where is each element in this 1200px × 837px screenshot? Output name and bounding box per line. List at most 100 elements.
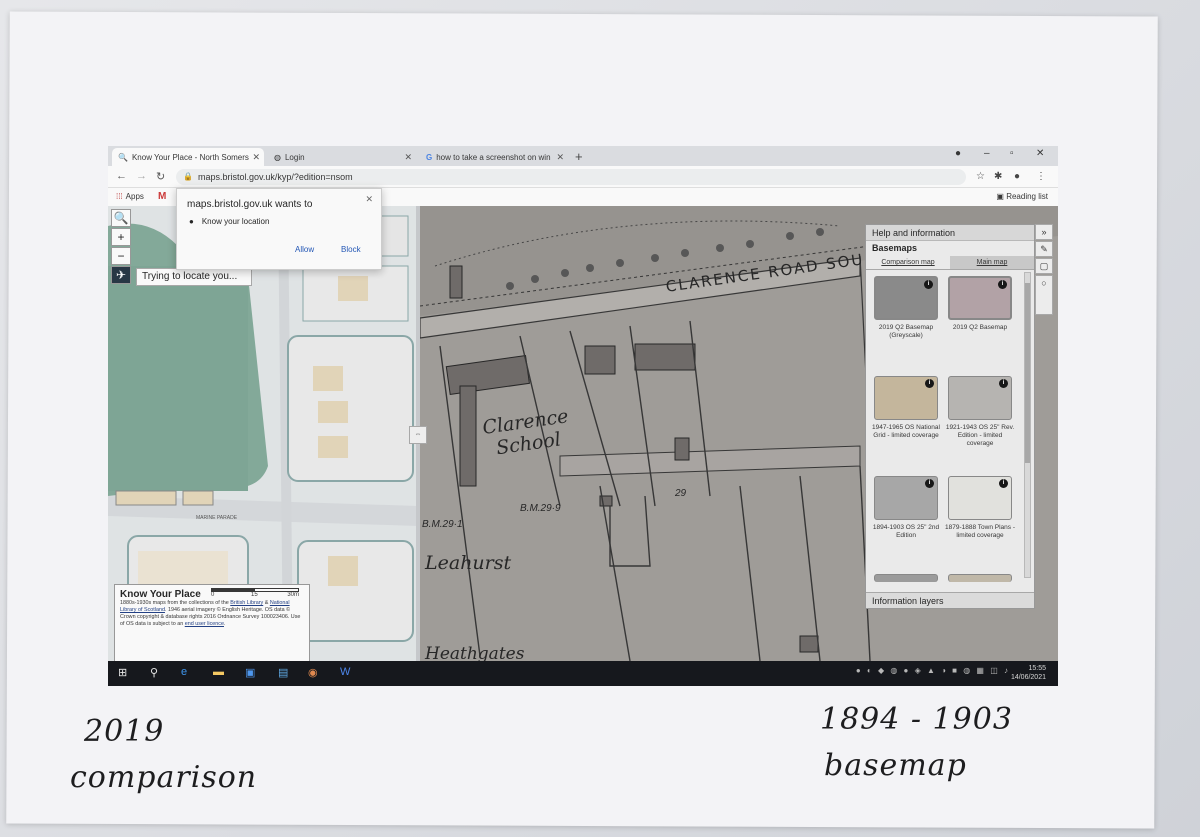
basemap-thumbnail: i [874, 376, 938, 420]
info-icon[interactable]: i [925, 479, 934, 488]
close-tab-icon[interactable]: ✕ [556, 152, 564, 163]
app-icon[interactable]: ▤ [278, 666, 288, 679]
close-window-button[interactable]: ✕ [1036, 148, 1044, 159]
screenshot-printout: 🔍 Know Your Place - North Somers ✕ ◍ Log… [108, 146, 1058, 686]
licence-link[interactable]: end user licence [185, 621, 224, 627]
caption-right-years: 1894 - 1903 [820, 702, 1013, 737]
zoom-out-button[interactable]: − [111, 247, 131, 265]
back-icon[interactable]: ← [116, 170, 127, 182]
tab-know-your-place[interactable]: 🔍 Know Your Place - North Somers ✕ [112, 148, 264, 166]
close-icon[interactable]: ✕ [365, 194, 373, 205]
british-library-link[interactable]: British Library [230, 600, 263, 606]
information-layers[interactable]: Information layers [866, 592, 1034, 608]
opacity-slider[interactable]: ○ [1035, 275, 1053, 315]
address-bar-row: ← → ↻ 🔒 maps.bristol.gov.uk/kyp/?edition… [108, 166, 1058, 188]
basemap-thumbnail: i [948, 376, 1012, 420]
basemap-thumbnail: i [948, 276, 1012, 320]
info-icon[interactable]: i [925, 379, 934, 388]
extensions-icon[interactable]: ✱ [994, 171, 1002, 182]
zoom-in-button[interactable]: + [111, 228, 131, 246]
map-controls: 🔍 + − ✈ [111, 209, 131, 285]
bookmark-apps[interactable]: ⁞⁞⁞ Apps [116, 192, 144, 201]
basemap-tile[interactable] [870, 574, 942, 586]
url-field[interactable]: 🔒 maps.bristol.gov.uk/kyp/?edition=nsom [176, 169, 966, 185]
forward-icon[interactable]: → [136, 170, 147, 182]
account-icon[interactable]: ● [1014, 171, 1020, 182]
side-toolbar: » ✎ ▢ ○ [1035, 224, 1055, 316]
search-icon[interactable]: ⚲ [150, 666, 158, 679]
basemap-tile[interactable]: i 2019 Q2 Basemap (Greyscale) [870, 276, 942, 340]
tab-screenshot-search[interactable]: G how to take a screenshot on win ✕ [420, 148, 568, 166]
basemaps-panel: Help and information Basemaps Comparison… [865, 224, 1035, 609]
clock[interactable]: 15:55 14/06/2021 [1011, 664, 1046, 682]
benchmark-label: B.M.29·1 [422, 519, 463, 530]
basemap-thumbnail: i [948, 476, 1012, 520]
menu-icon[interactable]: ⋮ [1036, 171, 1046, 182]
gmail-icon[interactable]: M [158, 191, 166, 202]
star-icon[interactable]: ☆ [976, 171, 985, 182]
swipe-handle[interactable]: ⇔ [409, 426, 427, 444]
locating-status: Trying to locate you... [136, 268, 252, 286]
basemaps-heading: Basemaps [872, 243, 918, 253]
windows-start-icon[interactable]: ⊞ [118, 666, 127, 679]
info-icon[interactable]: i [999, 479, 1008, 488]
reload-icon[interactable]: ↻ [156, 170, 165, 183]
house-label-leahurst: Leahurst [425, 552, 512, 574]
block-button[interactable]: Block [341, 245, 361, 254]
outlook-icon[interactable]: ▣ [245, 666, 255, 679]
panel-scrollbar[interactable] [1024, 272, 1031, 578]
basemap-thumbnail [874, 574, 938, 582]
word-icon[interactable]: W [340, 666, 350, 678]
info-icon[interactable]: i [924, 280, 933, 289]
info-icon[interactable]: i [999, 379, 1008, 388]
layers-icon[interactable]: ▢ [1035, 258, 1053, 274]
lock-icon[interactable]: 🔒 [183, 169, 193, 185]
basemap-tile[interactable]: i 1921-1943 OS 25" Rev. Edition - limite… [944, 376, 1016, 448]
location-permission-prompt: maps.bristol.gov.uk wants to ✕ ● Know yo… [176, 188, 382, 270]
tab-comparison-map[interactable]: Comparison map [866, 256, 950, 269]
new-tab-button[interactable]: + [575, 149, 583, 164]
help-header[interactable]: Help and information [866, 225, 1034, 241]
basemap-thumbnail: i [874, 476, 938, 520]
caption-left-label: comparison [70, 760, 258, 795]
system-tray[interactable]: ● ◐ ◆ ◍ ● ◈ ▲ ◑ ■ ◍ ▦ ◫ ♪ [856, 666, 1010, 675]
pencil-icon[interactable]: ✎ [1035, 241, 1053, 257]
profile-icon[interactable]: ● [955, 148, 961, 159]
file-explorer-icon[interactable]: ▬ [213, 666, 224, 678]
edge-icon[interactable]: e [181, 666, 187, 678]
basemap-thumbnail [948, 574, 1012, 582]
house-label-heathgates: Heathgates [425, 644, 525, 661]
basemap-tile[interactable]: i 1879-1888 Town Plans - limited coverag… [944, 476, 1016, 540]
close-tab-icon[interactable]: ✕ [252, 152, 260, 163]
clock-time: 15:55 [1028, 665, 1046, 672]
satellite-icon: ✈ [115, 268, 127, 282]
search-icon: 🔍 [113, 211, 129, 225]
windows-taskbar: ⊞ ⚲ e ▬ ▣ ▤ ◉ W ● ◐ ◆ ◍ ● ◈ ▲ ◑ ■ ◍ ▦ ◫ … [108, 661, 1058, 686]
collapse-icon[interactable]: » [1035, 224, 1053, 240]
basemap-tile[interactable]: i 2019 Q2 Basemap [944, 276, 1016, 332]
maximize-button[interactable]: ▫ [1010, 148, 1014, 159]
minimize-button[interactable]: – [984, 148, 990, 159]
locate-button[interactable]: ✈ [111, 266, 131, 284]
reading-list[interactable]: ▣ Reading list [996, 192, 1048, 201]
tab-main-map[interactable]: Main map [950, 256, 1034, 269]
basemap-tile[interactable]: i 1947-1965 OS National Grid - limited c… [870, 376, 942, 440]
scroll-thumb[interactable] [1025, 283, 1030, 463]
prompt-title: maps.bristol.gov.uk wants to [187, 199, 313, 210]
basemap-tile[interactable]: i 1894-1903 OS 25" 2nd Edition [870, 476, 942, 540]
benchmark-label: B.M.29·9 [520, 503, 561, 514]
caption-right-label: basemap [824, 748, 967, 783]
allow-button[interactable]: Allow [295, 245, 314, 254]
close-tab-icon[interactable]: ✕ [404, 152, 412, 163]
search-button[interactable]: 🔍 [111, 209, 131, 227]
chrome-icon[interactable]: ◉ [308, 666, 318, 679]
basemap-tile[interactable] [944, 574, 1016, 586]
map-tabs: Comparison map Main map [866, 256, 1034, 270]
spot-height-label: 29 [675, 488, 687, 499]
tab-login[interactable]: ◍ Login ✕ [268, 148, 416, 166]
reading-list-icon: ▣ [996, 192, 1004, 201]
tab-strip: 🔍 Know Your Place - North Somers ✕ ◍ Log… [108, 146, 1058, 166]
info-icon[interactable]: i [998, 280, 1007, 289]
street-label: MARINE PARADE [196, 515, 238, 521]
basemap-thumbnail: i [874, 276, 938, 320]
